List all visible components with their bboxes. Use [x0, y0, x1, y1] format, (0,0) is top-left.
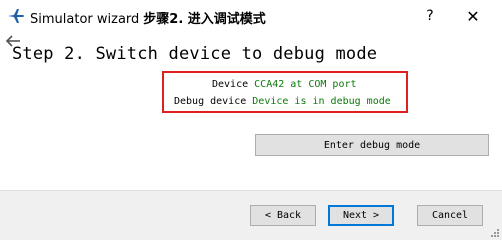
- device-status-box: Device CCA42 at COM port Debug device De…: [162, 71, 408, 113]
- back-button[interactable]: < Back: [250, 205, 316, 226]
- next-button[interactable]: Next >: [328, 205, 394, 226]
- airplane-icon: [8, 9, 24, 23]
- window-title-en: Simulator wizard: [30, 12, 140, 27]
- page-title: Step 2. Switch device to debug mode: [12, 44, 378, 64]
- window-title: Simulator wizard 步骤2. 进入调试模式: [30, 8, 266, 27]
- debug-device-row: Debug device Device is in debug mode: [174, 96, 391, 107]
- title-bar: Simulator wizard 步骤2. 进入调试模式 ? ✕: [0, 0, 502, 33]
- enter-debug-mode-button[interactable]: Enter debug mode: [255, 134, 489, 156]
- resize-grip-icon[interactable]: [490, 228, 500, 238]
- wizard-footer: < Back Next > Cancel: [0, 190, 502, 240]
- device-value: CCA42 at COM port: [254, 79, 357, 90]
- device-row: Device CCA42 at COM port: [212, 79, 357, 90]
- cancel-button[interactable]: Cancel: [417, 205, 483, 226]
- help-button[interactable]: ?: [415, 3, 445, 29]
- debug-device-value: Device is in debug mode: [252, 96, 391, 107]
- close-button[interactable]: ✕: [458, 3, 488, 29]
- debug-device-label: Debug device: [174, 96, 247, 107]
- device-label: Device: [212, 79, 249, 90]
- window-title-cn: 步骤2. 进入调试模式: [143, 12, 266, 27]
- simulator-wizard-window: Simulator wizard 步骤2. 进入调试模式 ? ✕ Step 2. …: [0, 0, 502, 240]
